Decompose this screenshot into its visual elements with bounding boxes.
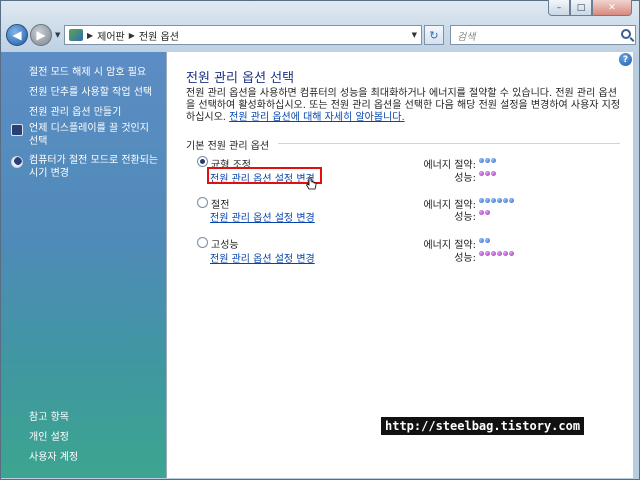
recent-pages-dropdown-icon[interactable]: ▼ <box>55 31 60 39</box>
plan-power-saver-change-link[interactable]: 전원 관리 옵션 설정 변경 <box>210 209 315 224</box>
see-also-heading: 참고 항목 <box>29 412 69 423</box>
breadcrumb-separator-icon[interactable]: ▶ <box>87 31 93 40</box>
rating-dot <box>497 251 502 256</box>
plan-power-saver-performance-dots <box>479 210 490 215</box>
rating-dot <box>485 210 490 215</box>
plan-balanced-energy-dots <box>479 158 496 163</box>
plan-high-performance-performance-label: 성능: <box>454 253 476 264</box>
search-placeholder: 검색 <box>457 31 476 43</box>
task-create-power-plan[interactable]: 전원 관리 옵션 만들기 <box>29 103 121 118</box>
rating-dot <box>491 198 496 203</box>
back-button[interactable]: ◀ <box>6 24 28 46</box>
rating-dot <box>479 171 484 176</box>
rating-dot <box>497 198 502 203</box>
moon-icon <box>11 156 23 168</box>
task-power-button-action[interactable]: 전원 단추를 사용할 작업 선택 <box>29 83 152 98</box>
plan-power-saver-radio[interactable] <box>197 197 208 208</box>
rating-dot <box>491 171 496 176</box>
plan-high-performance-name[interactable]: 고성능 <box>211 236 239 251</box>
address-dropdown-icon[interactable]: ▼ <box>412 31 417 39</box>
rating-dot <box>503 198 508 203</box>
help-icon[interactable]: ? <box>619 53 632 66</box>
page-title: 전원 관리 옵션 선택 <box>186 71 295 86</box>
watermark: http://steelbag.tistory.com <box>381 417 585 435</box>
rating-dot <box>485 198 490 203</box>
breadcrumb-control-panel[interactable]: 제어판 <box>97 28 125 43</box>
section-label: 기본 전원 관리 옵션 <box>186 141 270 152</box>
breadcrumb-power-options[interactable]: 전원 옵션 <box>139 28 179 43</box>
plan-power-saver-energy-dots <box>479 198 514 203</box>
rating-dot <box>485 158 490 163</box>
caption-buttons: – □ ✕ <box>548 0 632 16</box>
search-icon[interactable] <box>621 29 631 39</box>
control-panel-icon <box>69 29 83 41</box>
minimize-button[interactable]: – <box>548 0 570 16</box>
plan-balanced-radio[interactable] <box>197 156 208 167</box>
refresh-button[interactable]: ↻ <box>424 25 444 45</box>
plan-high-performance-energy-dots <box>479 238 490 243</box>
monitor-icon <box>11 124 23 136</box>
rating-dot <box>509 198 514 203</box>
close-button[interactable]: ✕ <box>592 0 632 16</box>
navigation-bar: ◀ ▶ ▼ ▶ 제어판 ▶ 전원 옵션 ▼ ↻ 검색 <box>6 22 636 48</box>
plan-high-performance-change-link[interactable]: 전원 관리 옵션 설정 변경 <box>210 250 315 265</box>
plan-high-performance-performance-dots <box>479 251 514 256</box>
plan-high-performance-radio[interactable] <box>197 237 208 248</box>
plan-balanced-performance-dots <box>479 171 496 176</box>
hand-cursor-icon <box>305 177 317 190</box>
rating-dot <box>479 238 484 243</box>
rating-dot <box>479 210 484 215</box>
maximize-button[interactable]: □ <box>570 0 592 16</box>
rating-dot <box>479 251 484 256</box>
page-description: 전원 관리 옵션을 사용하면 컴퓨터의 성능을 최대화하거나 에너지를 절약할 … <box>186 88 626 124</box>
breadcrumb-separator-icon[interactable]: ▶ <box>129 31 135 40</box>
rating-dot <box>485 238 490 243</box>
rating-dot <box>485 171 490 176</box>
rating-dot <box>479 158 484 163</box>
rating-dot <box>485 251 490 256</box>
section-divider <box>278 143 620 144</box>
plan-balanced-performance-label: 성능: <box>454 173 476 184</box>
forward-button[interactable]: ▶ <box>30 24 52 46</box>
task-require-password[interactable]: 절전 모드 해제 시 암호 필요 <box>29 63 146 78</box>
task-sleep-timing[interactable]: 컴퓨터가 절전 모드로 전환되는 시기 변경 <box>29 154 159 180</box>
address-bar[interactable]: ▶ 제어판 ▶ 전원 옵션 ▼ <box>64 25 422 45</box>
task-display-off[interactable]: 언제 디스플레이를 끌 것인지 선택 <box>29 122 159 148</box>
search-input[interactable]: 검색 <box>450 25 636 45</box>
rating-dot <box>479 198 484 203</box>
rating-dot <box>503 251 508 256</box>
see-also-personalization[interactable]: 개인 설정 <box>29 428 69 443</box>
learn-more-link[interactable]: 전원 관리 옵션에 대해 자세히 알아봅니다. <box>229 112 404 123</box>
plan-power-saver-performance-label: 성능: <box>454 212 476 223</box>
rating-dot <box>491 158 496 163</box>
see-also-user-accounts[interactable]: 사용자 계정 <box>29 448 78 463</box>
rating-dot <box>509 251 514 256</box>
rating-dot <box>491 251 496 256</box>
